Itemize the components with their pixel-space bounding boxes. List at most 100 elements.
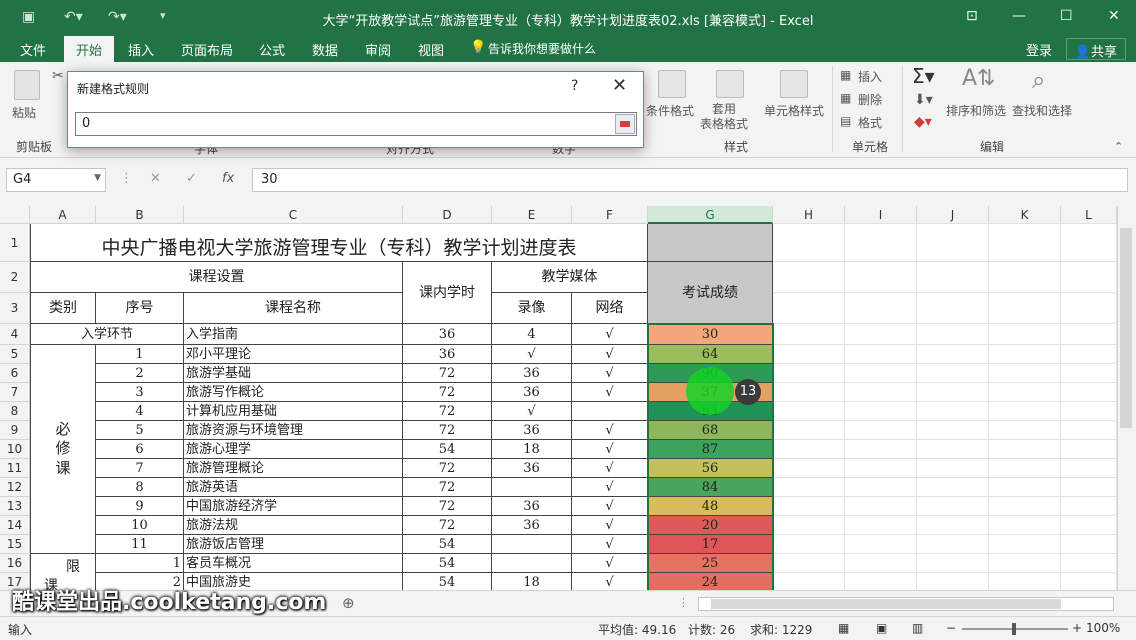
record-no[interactable]: 8 bbox=[96, 478, 184, 497]
column-header-l[interactable]: L bbox=[1061, 206, 1117, 224]
record-network[interactable]: √ bbox=[572, 440, 648, 459]
record-name[interactable]: 旅游英语 bbox=[184, 478, 403, 497]
score-header[interactable]: 考试成绩 bbox=[648, 262, 773, 324]
record-hours[interactable]: 54 bbox=[403, 573, 492, 590]
record-no[interactable]: 10 bbox=[96, 516, 184, 535]
column-header-i[interactable]: I bbox=[845, 206, 917, 224]
row-header-7[interactable]: 7 bbox=[0, 383, 30, 402]
share-button[interactable]: 👤共享 bbox=[1065, 38, 1126, 60]
record-name[interactable]: 邓小平理论 bbox=[184, 345, 403, 364]
vertical-scrollbar-thumb[interactable] bbox=[1120, 228, 1132, 428]
record-video[interactable]: 36 bbox=[492, 383, 572, 402]
record-name[interactable]: 入学指南 bbox=[184, 324, 403, 345]
column-header-b[interactable]: B bbox=[96, 206, 184, 224]
page-break-view-icon[interactable]: ▥ bbox=[912, 621, 923, 635]
record-network[interactable]: √ bbox=[572, 497, 648, 516]
sort-filter-button[interactable]: 排序和筛选 bbox=[946, 102, 1006, 119]
zoom-level[interactable]: 100% bbox=[1086, 621, 1120, 635]
record-hours[interactable]: 72 bbox=[403, 421, 492, 440]
tab-home[interactable]: 开始 bbox=[64, 36, 115, 62]
record-score[interactable]: 20 bbox=[648, 516, 773, 535]
delete-cells-button[interactable]: 删除 bbox=[858, 91, 882, 108]
row-header-5[interactable]: 5 bbox=[0, 345, 30, 364]
video-header[interactable]: 录像 bbox=[492, 293, 572, 324]
table-format-button[interactable]: 套用 表格格式 bbox=[700, 102, 748, 132]
record-network[interactable]: √ bbox=[572, 516, 648, 535]
record-network[interactable]: √ bbox=[572, 459, 648, 478]
column-header-d[interactable]: D bbox=[403, 206, 492, 224]
row-header-3[interactable]: 3 bbox=[0, 293, 30, 324]
record-name[interactable]: 旅游饭店管理 bbox=[184, 535, 403, 554]
record-network[interactable]: √ bbox=[572, 478, 648, 497]
media-header[interactable]: 教学媒体 bbox=[492, 262, 648, 293]
row-header-14[interactable]: 14 bbox=[0, 516, 30, 535]
record-network[interactable]: √ bbox=[572, 324, 648, 345]
table-format-icon[interactable] bbox=[716, 70, 744, 98]
row-header-16[interactable]: 16 bbox=[0, 554, 30, 573]
record-hours[interactable]: 36 bbox=[403, 345, 492, 364]
find-select-icon[interactable]: ⌕ bbox=[1032, 66, 1045, 94]
record-no[interactable]: 11 bbox=[96, 535, 184, 554]
record-network[interactable]: √ bbox=[572, 535, 648, 554]
conditional-format-button[interactable]: 条件格式 bbox=[646, 102, 694, 119]
column-header-e[interactable]: E bbox=[492, 206, 572, 224]
record-hours[interactable]: 72 bbox=[403, 383, 492, 402]
record-network[interactable]: √ bbox=[572, 345, 648, 364]
name-header[interactable]: 课程名称 bbox=[184, 293, 403, 324]
find-select-button[interactable]: 查找和选择 bbox=[1012, 102, 1072, 119]
close-icon[interactable]: ✕ bbox=[1108, 8, 1120, 24]
record-name[interactable]: 旅游管理概论 bbox=[184, 459, 403, 478]
no-header[interactable]: 序号 bbox=[96, 293, 184, 324]
chevron-down-icon[interactable]: ▼ bbox=[94, 173, 101, 183]
record-hours[interactable]: 36 bbox=[403, 324, 492, 345]
tab-data[interactable]: 数据 bbox=[312, 40, 338, 59]
cut-icon[interactable]: ✂ bbox=[52, 68, 64, 84]
name-box[interactable]: G4 ▼ bbox=[6, 168, 106, 192]
insert-function-icon[interactable]: fx bbox=[222, 171, 234, 186]
record-no[interactable]: 9 bbox=[96, 497, 184, 516]
record-video[interactable]: 18 bbox=[492, 440, 572, 459]
record-network[interactable]: √ bbox=[572, 383, 648, 402]
enter-icon[interactable]: ✓ bbox=[186, 171, 197, 186]
record-name[interactable]: 计算机应用基础 bbox=[184, 402, 403, 421]
record-hours[interactable]: 54 bbox=[403, 554, 492, 573]
close-icon[interactable]: ✕ bbox=[612, 75, 627, 96]
row-header-10[interactable]: 10 bbox=[0, 440, 30, 459]
help-icon[interactable]: ? bbox=[571, 78, 578, 94]
record-no[interactable]: 2 bbox=[96, 364, 184, 383]
record-video[interactable]: 36 bbox=[492, 421, 572, 440]
record-video[interactable]: 4 bbox=[492, 324, 572, 345]
record-score[interactable]: 87 bbox=[648, 440, 773, 459]
course-setup-header[interactable]: 课程设置 bbox=[30, 262, 403, 293]
maximize-icon[interactable]: ☐ bbox=[1060, 8, 1073, 24]
cell-style-icon[interactable] bbox=[780, 70, 808, 98]
record-video[interactable]: 36 bbox=[492, 516, 572, 535]
rule-value-input[interactable]: 0 bbox=[75, 112, 637, 136]
column-header-f[interactable]: F bbox=[572, 206, 648, 224]
ribbon-display-icon[interactable]: ⊡ bbox=[966, 8, 978, 24]
paste-button[interactable]: 粘贴 bbox=[12, 104, 36, 121]
record-video[interactable]: 36 bbox=[492, 459, 572, 478]
record-video[interactable] bbox=[492, 554, 572, 573]
minimize-icon[interactable]: — bbox=[1012, 8, 1026, 24]
record-name[interactable]: 旅游资源与环境管理 bbox=[184, 421, 403, 440]
column-header-k[interactable]: K bbox=[989, 206, 1061, 224]
sort-filter-icon[interactable]: A⇅ bbox=[962, 66, 995, 91]
record-score[interactable]: 48 bbox=[648, 497, 773, 516]
record-score[interactable]: 68 bbox=[648, 421, 773, 440]
record-hours[interactable]: 72 bbox=[403, 402, 492, 421]
record-hours[interactable]: 72 bbox=[403, 516, 492, 535]
record-name[interactable]: 旅游学基础 bbox=[184, 364, 403, 383]
record-hours[interactable]: 54 bbox=[403, 535, 492, 554]
insert-cells-button[interactable]: 插入 bbox=[858, 68, 882, 85]
record-hours[interactable]: 72 bbox=[403, 497, 492, 516]
record-no[interactable]: 5 bbox=[96, 421, 184, 440]
autosum-icon[interactable]: Σ▾ bbox=[912, 64, 935, 88]
row-header-15[interactable]: 15 bbox=[0, 535, 30, 554]
row-header-13[interactable]: 13 bbox=[0, 497, 30, 516]
record-name[interactable]: 旅游法规 bbox=[184, 516, 403, 535]
record-network[interactable]: √ bbox=[572, 364, 648, 383]
column-header-h[interactable]: H bbox=[773, 206, 845, 224]
row-header-9[interactable]: 9 bbox=[0, 421, 30, 440]
collapse-dialog-icon[interactable] bbox=[615, 114, 635, 134]
